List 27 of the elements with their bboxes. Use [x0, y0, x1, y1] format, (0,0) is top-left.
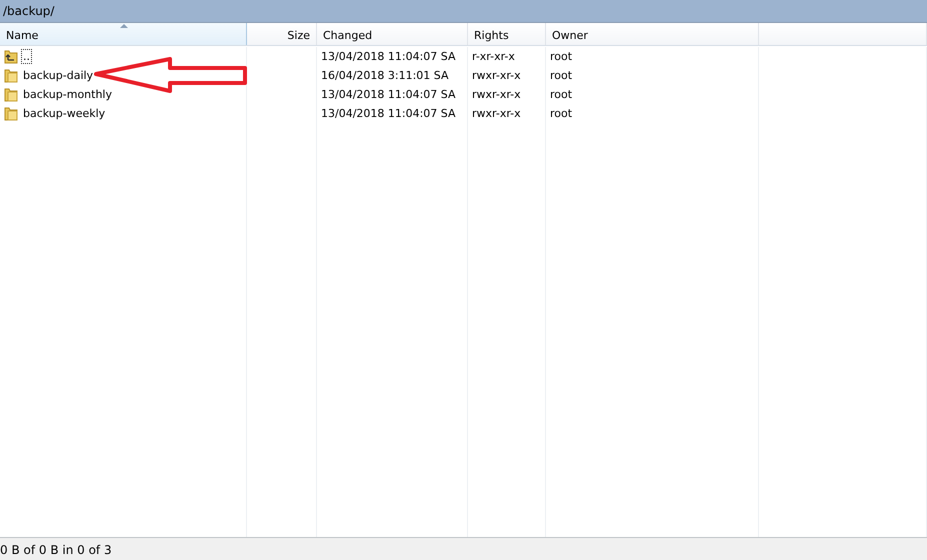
owner-cell: root — [550, 69, 572, 82]
file-name[interactable]: backup-monthly — [21, 87, 114, 102]
changed-cell: 13/04/2018 11:04:07 SA — [321, 50, 456, 63]
owner-cell: root — [550, 107, 572, 120]
file-name[interactable]: .. — [21, 49, 32, 64]
column-header[interactable]: Owner — [546, 23, 759, 45]
parent-folder-icon — [4, 49, 18, 64]
rights-cell: r-xr-xr-x — [472, 50, 515, 63]
rights-cell: rwxr-xr-x — [472, 107, 521, 120]
changed-cell: 13/04/2018 11:04:07 SA — [321, 88, 456, 101]
changed-cell: 16/04/2018 3:11:01 SA — [321, 69, 449, 82]
folder-icon — [4, 87, 18, 102]
rights-cell: rwxr-xr-x — [472, 88, 521, 101]
owner-cell: root — [550, 50, 572, 63]
folder-icon — [4, 106, 18, 121]
file-name[interactable]: backup-weekly — [21, 106, 108, 121]
column-header[interactable]: Size — [247, 23, 317, 45]
column-header[interactable]: Rights — [468, 23, 546, 45]
owner-cell: root — [550, 88, 572, 101]
status-text: 0 B of 0 B in 0 of 3 — [0, 542, 112, 556]
folder-icon — [4, 68, 18, 83]
path-text: /backup/ — [3, 4, 54, 18]
file-name[interactable]: backup-daily — [21, 68, 96, 83]
column-header[interactable]: Name — [0, 23, 247, 45]
changed-cell: 13/04/2018 11:04:07 SA — [321, 107, 456, 120]
column-header[interactable]: Changed — [317, 23, 468, 45]
rights-cell: rwxr-xr-x — [472, 69, 521, 82]
